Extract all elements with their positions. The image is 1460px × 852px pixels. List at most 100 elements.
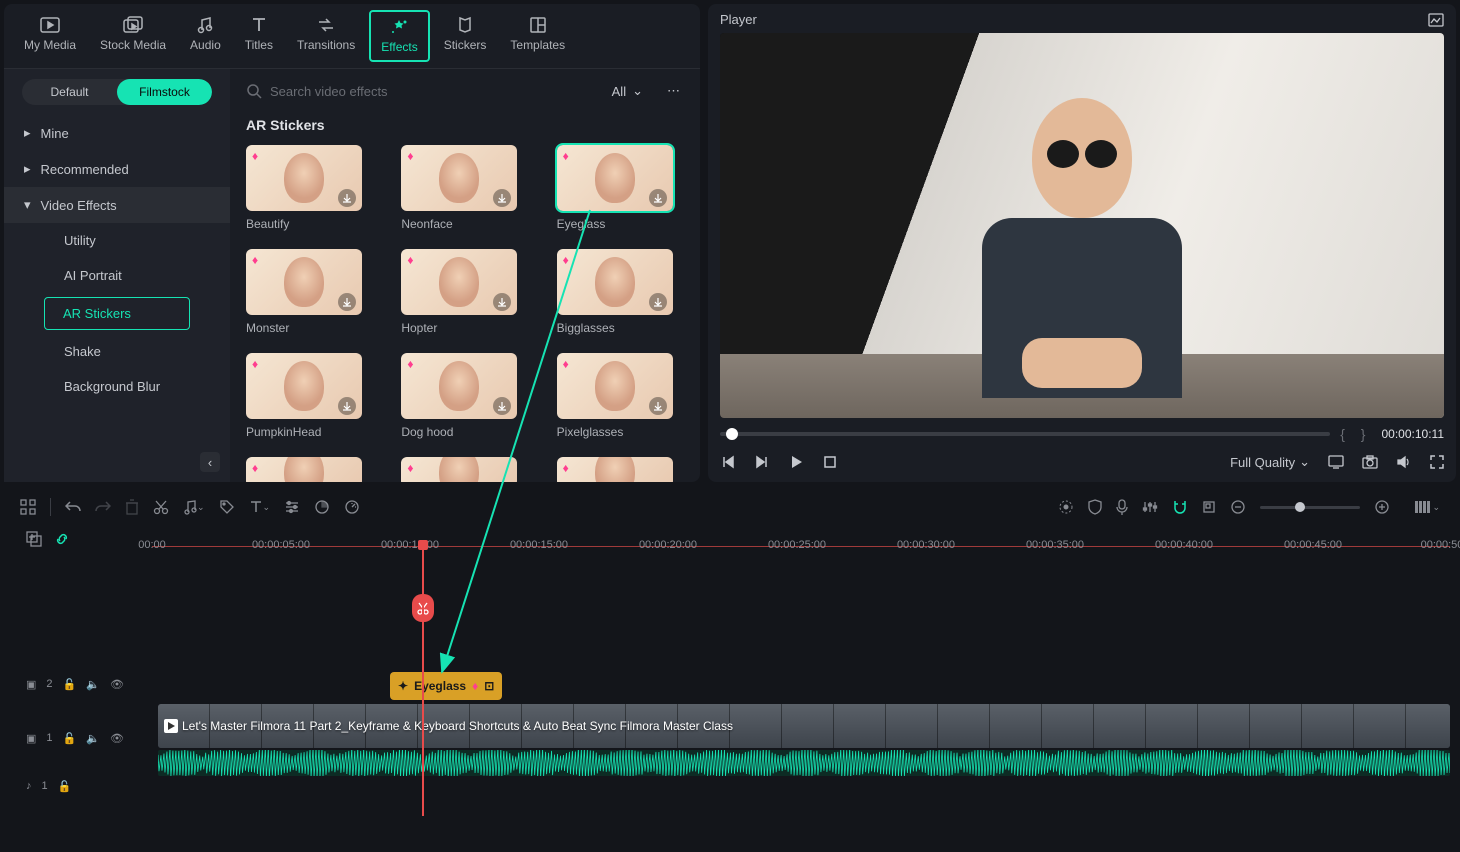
fullscreen-button[interactable]: [1430, 455, 1444, 469]
sub-ar-stickers[interactable]: AR Stickers: [44, 297, 190, 330]
effect-item-monster[interactable]: ♦Monster: [246, 249, 373, 335]
effect-thumb[interactable]: ♦: [246, 249, 362, 315]
play-button[interactable]: [788, 454, 804, 470]
effect-item-partial[interactable]: ♦: [246, 457, 373, 482]
split-button[interactable]: [153, 499, 169, 515]
stop-button[interactable]: [822, 454, 838, 470]
effect-item-partial[interactable]: ♦: [401, 457, 528, 482]
lock-icon[interactable]: 🔓: [63, 732, 77, 745]
download-icon[interactable]: [493, 189, 511, 207]
step-fwd-button[interactable]: [754, 454, 770, 470]
adjust-button[interactable]: [284, 500, 300, 514]
tab-audio[interactable]: Audio: [180, 10, 231, 62]
download-icon[interactable]: [649, 397, 667, 415]
zoom-in-button[interactable]: [1374, 499, 1390, 515]
effect-thumb[interactable]: ♦: [246, 353, 362, 419]
step-back-button[interactable]: [720, 454, 736, 470]
mute-icon[interactable]: 🔈: [86, 732, 100, 745]
sidebar-video-effects[interactable]: ▾ Video Effects: [4, 187, 230, 223]
download-icon[interactable]: [338, 397, 356, 415]
lock-icon[interactable]: 🔓: [63, 678, 77, 691]
tag-button[interactable]: [219, 499, 235, 515]
tab-templates[interactable]: Templates: [500, 10, 575, 62]
effect-thumb[interactable]: ♦: [401, 457, 517, 482]
sub-utility[interactable]: Utility: [4, 223, 230, 258]
effect-thumb[interactable]: ♦: [401, 353, 517, 419]
download-icon[interactable]: [493, 293, 511, 311]
music-button[interactable]: ⌄: [183, 499, 205, 515]
playhead[interactable]: [422, 546, 424, 816]
display-button[interactable]: [1328, 455, 1344, 469]
camera-button[interactable]: [1362, 455, 1378, 469]
zoom-slider[interactable]: [1260, 506, 1360, 509]
volume-button[interactable]: [1396, 455, 1412, 469]
download-icon[interactable]: [338, 293, 356, 311]
effect-item-neonface[interactable]: ♦Neonface: [401, 145, 528, 231]
video-preview[interactable]: [720, 33, 1444, 418]
sidebar-mine[interactable]: ▸ Mine: [4, 115, 230, 151]
view-button[interactable]: ⌄: [1414, 500, 1440, 514]
source-filmstock[interactable]: Filmstock: [117, 79, 212, 105]
effect-item-pumpkinhead[interactable]: ♦PumpkinHead: [246, 353, 373, 439]
effect-item-eyeglass[interactable]: ♦Eyeglass: [557, 145, 684, 231]
scrub-track[interactable]: [720, 432, 1330, 436]
effect-thumb[interactable]: ♦: [246, 145, 362, 211]
undo-button[interactable]: [65, 500, 81, 514]
video-clip[interactable]: Let's Master Filmora 11 Part 2_Keyframe …: [158, 704, 1450, 748]
effect-thumb[interactable]: ♦: [401, 249, 517, 315]
effect-thumb[interactable]: ♦: [557, 353, 673, 419]
delete-button[interactable]: [125, 499, 139, 515]
tracks-body[interactable]: ✦ Eyeglass ♦ ⊡ Let's Master Filmora 11 P…: [152, 554, 1450, 816]
crop-button[interactable]: [1202, 500, 1216, 514]
add-track-button[interactable]: [26, 531, 42, 547]
tab-my-media[interactable]: My Media: [14, 10, 86, 62]
effect-item-pixelglasses[interactable]: ♦Pixelglasses: [557, 353, 684, 439]
source-default[interactable]: Default: [22, 79, 117, 105]
magnet-button[interactable]: [1172, 499, 1188, 515]
eye-icon[interactable]: 👁: [110, 732, 124, 745]
mixer-button[interactable]: [1142, 500, 1158, 514]
sub-shake[interactable]: Shake: [4, 334, 230, 369]
effect-thumb[interactable]: ♦: [246, 457, 362, 482]
effect-thumb[interactable]: ♦: [401, 145, 517, 211]
tab-titles[interactable]: Titles: [235, 10, 283, 62]
mute-icon[interactable]: 🔈: [86, 678, 100, 691]
effect-thumb[interactable]: ♦: [557, 145, 673, 211]
shield-button[interactable]: [1088, 499, 1102, 515]
effect-clip[interactable]: ✦ Eyeglass ♦ ⊡: [390, 672, 502, 700]
effect-thumb[interactable]: ♦: [557, 457, 673, 482]
eye-icon[interactable]: 👁: [110, 678, 124, 691]
download-icon[interactable]: [649, 189, 667, 207]
tab-stock-media[interactable]: Stock Media: [90, 10, 176, 62]
color-button[interactable]: [314, 499, 330, 515]
sidebar-recommended[interactable]: ▸ Recommended: [4, 151, 230, 187]
filter-dropdown[interactable]: All ⌄: [602, 79, 653, 103]
effect-item-beautify[interactable]: ♦Beautify: [246, 145, 373, 231]
more-button[interactable]: ⋯: [663, 79, 684, 103]
zoom-out-button[interactable]: [1230, 499, 1246, 515]
tab-stickers[interactable]: Stickers: [434, 10, 497, 62]
link-button[interactable]: [54, 531, 70, 547]
lock-icon[interactable]: 🔓: [58, 780, 72, 793]
voiceover-button[interactable]: [1116, 499, 1128, 515]
sub-background-blur[interactable]: Background Blur: [4, 369, 230, 404]
tab-transitions[interactable]: Transitions: [287, 10, 365, 62]
text-button[interactable]: ⌄: [249, 500, 271, 514]
render-button[interactable]: [1058, 499, 1074, 515]
download-icon[interactable]: [338, 189, 356, 207]
search-input[interactable]: Search video effects: [246, 83, 592, 99]
grid-icon[interactable]: [20, 499, 36, 515]
snapshot-icon[interactable]: [1428, 13, 1444, 27]
scrub-handle[interactable]: [726, 428, 738, 440]
zoom-handle[interactable]: [1295, 502, 1305, 512]
download-icon[interactable]: [649, 293, 667, 311]
audio-waveform[interactable]: [158, 750, 1450, 776]
redo-button[interactable]: [95, 500, 111, 514]
effect-item-hopter[interactable]: ♦Hopter: [401, 249, 528, 335]
effect-item-bigglasses[interactable]: ♦Bigglasses: [557, 249, 684, 335]
sidebar-collapse-button[interactable]: ‹: [200, 452, 220, 472]
marker-braces[interactable]: { }: [1340, 426, 1371, 442]
sub-ai-portrait[interactable]: AI Portrait: [4, 258, 230, 293]
speed-button[interactable]: [344, 499, 360, 515]
tab-effects[interactable]: Effects: [369, 10, 429, 62]
